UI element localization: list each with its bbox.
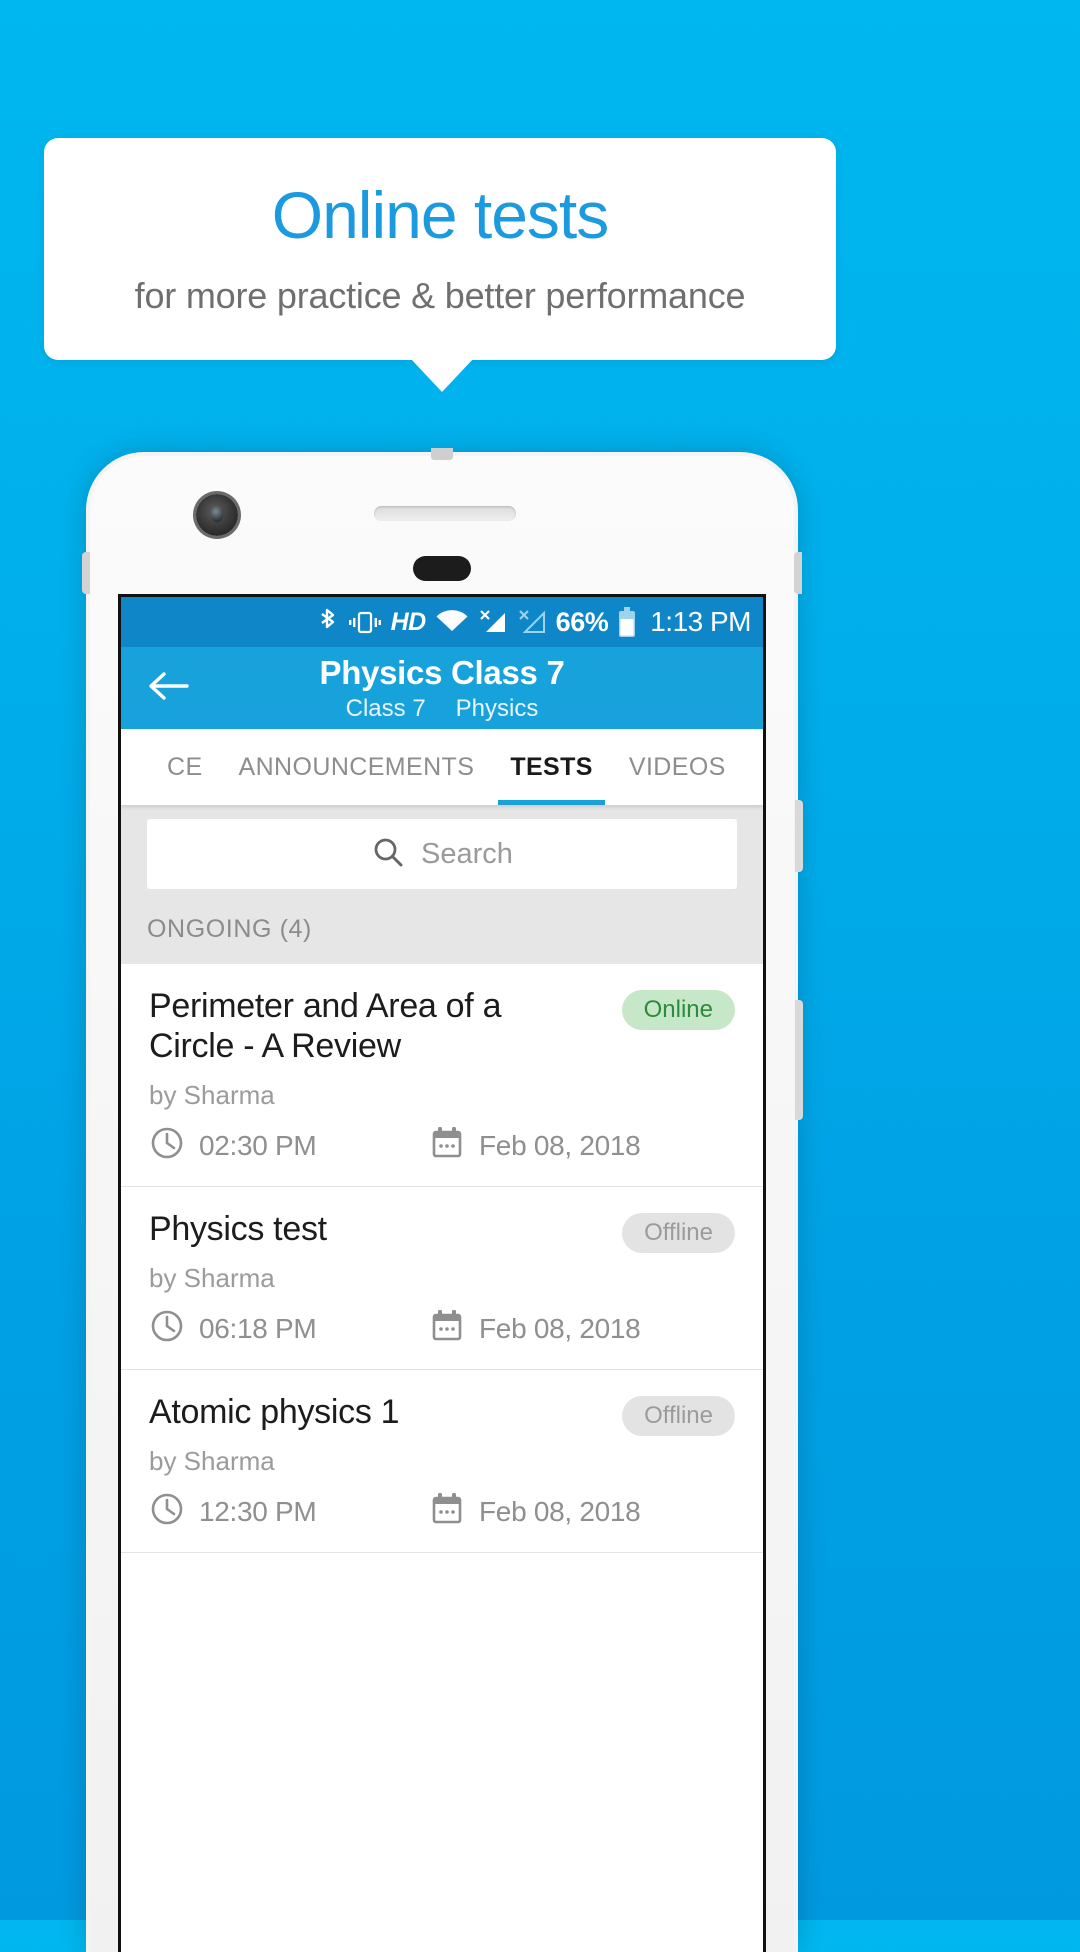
- callout-tail: [410, 358, 474, 392]
- breadcrumb: Class 7 Physics: [346, 695, 539, 723]
- search-input[interactable]: Search: [147, 819, 737, 889]
- tab-announcements[interactable]: ANNOUNCEMENTS: [221, 729, 493, 805]
- test-date: Feb 08, 2018: [479, 1495, 641, 1527]
- camera-lens-icon: [210, 505, 224, 523]
- signal-off-icon: [517, 607, 547, 637]
- test-author: by Sharma: [149, 1080, 275, 1111]
- hd-icon: HD: [390, 607, 427, 636]
- wifi-icon: [435, 607, 469, 637]
- clock-icon: [149, 1491, 185, 1532]
- calendar-icon: [429, 1491, 465, 1532]
- calendar-icon: [429, 1125, 465, 1166]
- breadcrumb-class: Class 7: [345, 694, 426, 722]
- clock-icon: [149, 1125, 185, 1166]
- tab-tests[interactable]: TESTS: [492, 729, 611, 805]
- status-badge: Offline: [622, 1213, 735, 1254]
- test-time-cell: 12:30 PM: [149, 1491, 429, 1532]
- table-row[interactable]: Physics test Offline by Sharma 06:18 PM: [121, 1187, 763, 1371]
- test-date-cell: Feb 08, 2018: [429, 1308, 641, 1349]
- test-time: 06:18 PM: [199, 1312, 317, 1344]
- app-bar: Physics Class 7 Class 7 Physics: [121, 647, 763, 729]
- clock-icon: [149, 1308, 185, 1349]
- test-date-cell: Feb 08, 2018: [429, 1125, 641, 1166]
- phone-power-button: [795, 800, 803, 872]
- battery-icon: [617, 606, 637, 638]
- search-icon: [371, 835, 405, 874]
- bluetooth-icon: [317, 607, 339, 637]
- calendar-icon: [429, 1308, 465, 1349]
- fingerprint-sensor: [413, 556, 471, 581]
- breadcrumb-subject: Physics: [455, 694, 539, 722]
- callout-card: Online tests for more practice & better …: [44, 138, 836, 360]
- test-author: by Sharma: [149, 1446, 275, 1477]
- test-meta: 06:18 PM Feb 08, 2018: [149, 1308, 735, 1349]
- test-time-cell: 02:30 PM: [149, 1125, 429, 1166]
- test-date-cell: Feb 08, 2018: [429, 1491, 641, 1532]
- test-meta: 12:30 PM Feb 08, 2018: [149, 1491, 735, 1532]
- test-time-cell: 06:18 PM: [149, 1308, 429, 1349]
- phone-mockup: HD 66% 1:13 PM Physics Class 7 Class 7 P…: [82, 448, 803, 1952]
- clock-label: 1:13 PM: [650, 606, 751, 637]
- test-date: Feb 08, 2018: [479, 1312, 641, 1344]
- front-camera-icon: [196, 494, 238, 536]
- test-meta: 02:30 PM Feb 08, 2018: [149, 1125, 735, 1166]
- phone-screen: HD 66% 1:13 PM Physics Class 7 Class 7 P…: [118, 594, 766, 1952]
- phone-volume-button: [795, 1000, 803, 1120]
- test-date: Feb 08, 2018: [479, 1129, 641, 1161]
- status-badge: Offline: [622, 1396, 735, 1437]
- phone-left-notch: [82, 552, 90, 594]
- tab-bar: CE ANNOUNCEMENTS TESTS VIDEOS: [121, 729, 763, 805]
- status-badge: Online: [621, 990, 735, 1030]
- test-title: Perimeter and Area of a Circle - A Revie…: [149, 987, 502, 1066]
- back-button[interactable]: [121, 668, 217, 709]
- search-area: Search: [121, 805, 763, 899]
- tab-videos[interactable]: VIDEOS: [611, 729, 744, 805]
- signal-icon: [478, 607, 508, 637]
- test-time: 02:30 PM: [199, 1129, 317, 1161]
- phone-top-notch: [431, 448, 453, 460]
- earpiece-speaker: [374, 506, 516, 521]
- app-bar-titles: Physics Class 7 Class 7 Physics: [121, 647, 763, 729]
- app-bar-title: Physics Class 7: [319, 653, 565, 691]
- table-row[interactable]: Perimeter and Area of a Circle - A Revie…: [121, 964, 763, 1188]
- phone-right-notch: [794, 552, 802, 594]
- test-list: Perimeter and Area of a Circle - A Revie…: [121, 964, 763, 1554]
- battery-percent-label: 66%: [555, 606, 609, 637]
- status-bar: HD 66% 1:13 PM: [121, 597, 763, 647]
- tab-ce[interactable]: CE: [149, 729, 221, 805]
- back-arrow-icon: [147, 668, 191, 709]
- table-row[interactable]: Atomic physics 1 Offline by Sharma 12:30…: [121, 1370, 763, 1554]
- vibrate-icon: [348, 607, 382, 637]
- test-title: Physics test: [149, 1210, 327, 1249]
- page-title: Online tests: [271, 178, 609, 253]
- test-time: 12:30 PM: [199, 1495, 317, 1527]
- section-header-ongoing: ONGOING (4): [121, 899, 763, 964]
- page-subtitle: for more practice & better performance: [134, 274, 746, 316]
- test-author: by Sharma: [149, 1263, 275, 1294]
- test-title: Atomic physics 1: [149, 1393, 400, 1432]
- search-placeholder: Search: [421, 837, 513, 870]
